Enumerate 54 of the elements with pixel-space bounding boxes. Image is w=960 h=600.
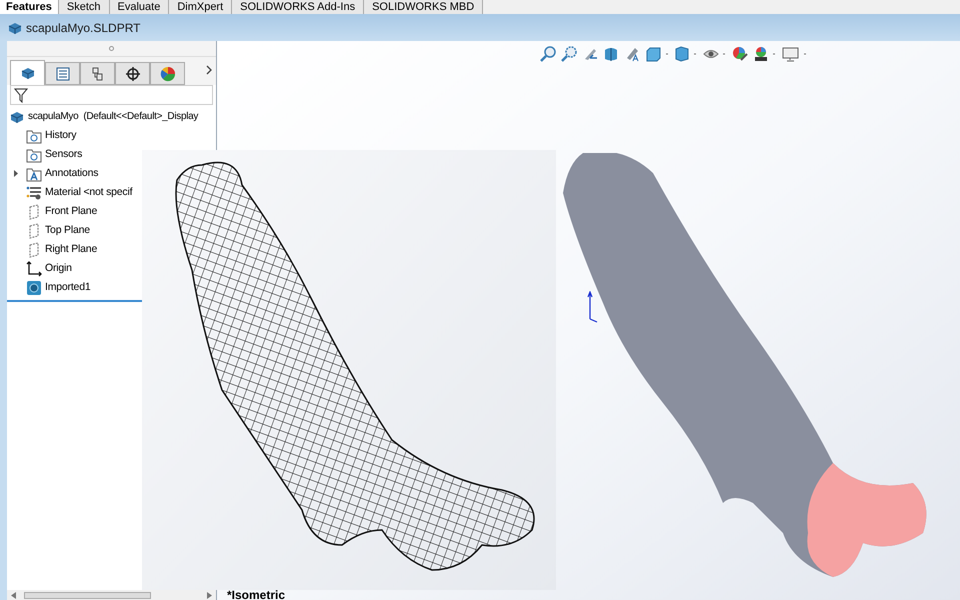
- coordinate-triad-icon: [586, 291, 600, 323]
- configuration-icon: [90, 66, 106, 82]
- scene-icon[interactable]: [753, 46, 777, 62]
- tree-item[interactable]: Sensors: [45, 146, 82, 162]
- color-wheel-icon: [160, 66, 176, 82]
- command-tab[interactable]: Evaluate: [110, 0, 170, 14]
- panel-tab[interactable]: [80, 62, 115, 85]
- tree-item[interactable]: History: [45, 128, 76, 144]
- edit-appearance-icon[interactable]: [732, 46, 748, 62]
- part-icon: [20, 65, 36, 81]
- expand-arrow-icon[interactable]: [13, 170, 19, 177]
- command-tab[interactable]: SOLIDWORKS MBD: [364, 0, 484, 14]
- command-tab[interactable]: SOLIDWORKS Add-Ins: [232, 0, 364, 14]
- imported-body-icon: [26, 280, 42, 296]
- panel-tab[interactable]: [45, 62, 80, 85]
- command-tab[interactable]: Features: [0, 0, 59, 14]
- previous-view-icon[interactable]: [582, 46, 598, 62]
- filter-icon: [14, 88, 28, 102]
- folder-icon: [26, 128, 42, 144]
- filter-field[interactable]: [10, 85, 213, 105]
- monitor-icon[interactable]: [782, 46, 808, 62]
- section-view-icon[interactable]: [603, 46, 619, 62]
- command-tab[interactable]: DimXpert: [169, 0, 232, 14]
- crosshair-icon: [124, 66, 140, 82]
- tree-root-label[interactable]: scapulaMyo (Default<<Default>_Display: [28, 109, 198, 124]
- annotation-folder-icon: [26, 166, 42, 182]
- horizontal-scrollbar[interactable]: [7, 590, 216, 600]
- part-icon: [8, 20, 22, 34]
- panel-tab[interactable]: [10, 60, 45, 85]
- scroll-right-icon[interactable]: [207, 592, 212, 598]
- view-orientation-icon[interactable]: [645, 46, 669, 62]
- splitter-handle-icon[interactable]: [109, 46, 114, 51]
- tree-item[interactable]: Top Plane: [45, 222, 90, 238]
- tree-item[interactable]: Imported1: [45, 280, 90, 296]
- scroll-left-icon[interactable]: [11, 592, 16, 598]
- origin-icon: [26, 260, 42, 276]
- tree-item[interactable]: Origin: [45, 260, 72, 276]
- chevron-right-icon[interactable]: [206, 65, 212, 75]
- tree-item[interactable]: Right Plane: [45, 242, 98, 258]
- document-title: scapulaMyo.SLDPRT: [26, 20, 140, 36]
- dynamic-annotation-icon[interactable]: [624, 46, 640, 62]
- panel-tab[interactable]: [115, 62, 150, 85]
- tree-item[interactable]: Annotations: [45, 166, 98, 182]
- display-style-icon[interactable]: [674, 46, 698, 62]
- folder-icon: [26, 146, 42, 162]
- tree-item[interactable]: Material <not specif: [45, 184, 132, 200]
- scrollbar-thumb[interactable]: [24, 592, 151, 598]
- zoom-to-fit-icon[interactable]: [540, 46, 556, 62]
- command-tab[interactable]: Sketch: [58, 0, 110, 14]
- tree-item[interactable]: Front Plane: [45, 204, 98, 220]
- material-icon: [26, 184, 42, 200]
- property-list-icon: [54, 66, 70, 82]
- view-orientation-label: *Isometric: [227, 591, 286, 600]
- zoom-to-area-icon[interactable]: [561, 46, 577, 62]
